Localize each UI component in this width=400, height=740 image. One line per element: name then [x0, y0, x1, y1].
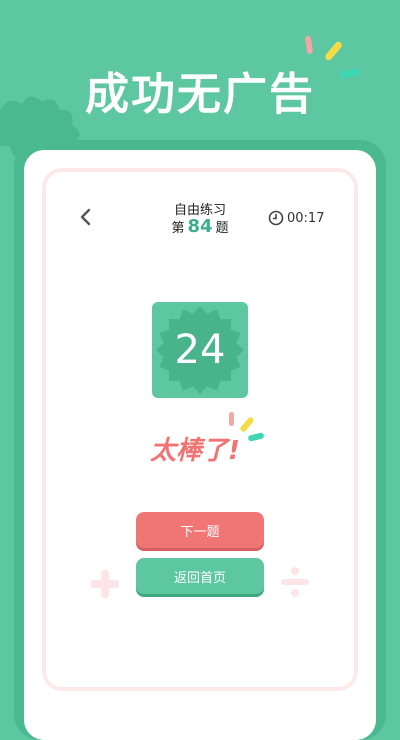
timer-value: 00:17 — [287, 210, 325, 226]
clock-icon — [268, 210, 284, 226]
promo-headline: 成功无广告 — [85, 69, 315, 120]
question-counter: 第 84 题 — [150, 216, 250, 237]
back-button[interactable] — [76, 205, 96, 229]
result-value: 24 — [174, 327, 226, 373]
praise-confetti-pink — [229, 412, 234, 426]
praise-text: 太棒了! — [150, 436, 240, 466]
back-home-button[interactable]: 返回首页 — [136, 558, 264, 594]
counter-value: 84 — [187, 216, 213, 237]
confetti-pink — [304, 35, 314, 55]
counter-prefix: 第 — [171, 221, 185, 236]
timer: 00:17 — [268, 208, 324, 228]
plus-icon — [91, 570, 119, 598]
counter-suffix: 题 — [215, 221, 229, 236]
next-question-button[interactable]: 下一题 — [136, 512, 264, 548]
chevron-left-icon — [80, 208, 91, 226]
divide-icon — [281, 567, 309, 597]
